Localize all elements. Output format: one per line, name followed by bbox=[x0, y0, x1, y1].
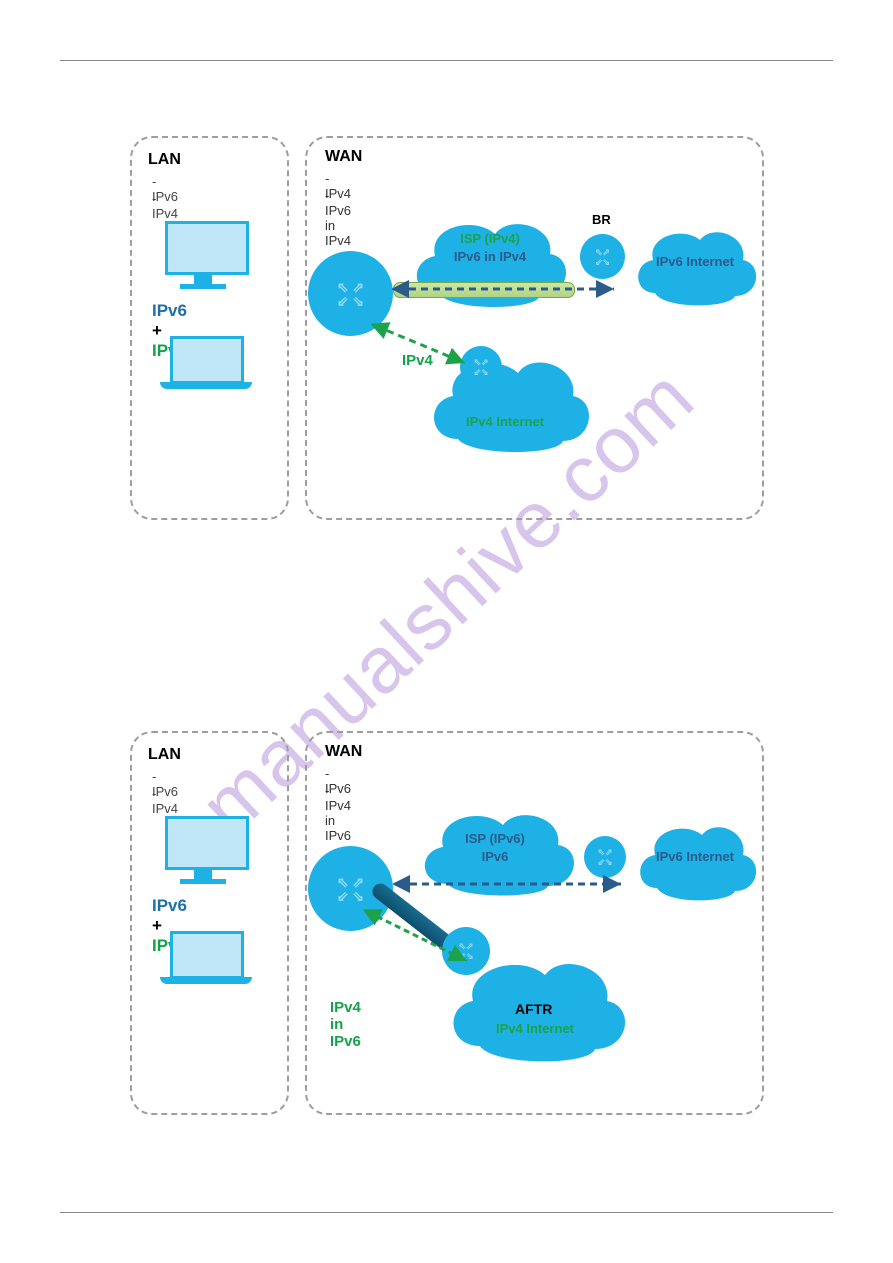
lan-ipv4-line: - IPv4 bbox=[152, 191, 178, 221]
laptop-icon-2 bbox=[170, 931, 244, 979]
ipv4-arrow-label: IPv4 bbox=[402, 352, 433, 369]
lan-title: LAN bbox=[148, 151, 181, 169]
ipv6-tunnel-arrow-icon bbox=[392, 274, 622, 304]
isp-label-top-2: ISP (IPv6) bbox=[435, 831, 555, 846]
ipv6-arrow-icon-2 bbox=[393, 869, 628, 899]
lan-ipv4-line-2: - IPv4 bbox=[152, 786, 178, 816]
combo-plus-2: + bbox=[152, 916, 162, 935]
desktop-base-icon-2 bbox=[180, 879, 226, 884]
ipv4-in-ipv6-arrow-icon bbox=[362, 906, 477, 976]
page-frame: manualshive.com LAN - IPv6 - IPv4 IPv6 +… bbox=[60, 60, 833, 1213]
wan-ipv4in6-line-2: -IPv4 in IPv6 bbox=[325, 783, 351, 843]
tunnel-label-2: IPv4 in IPv6 bbox=[330, 999, 361, 1050]
combo-ipv6: IPv6 bbox=[152, 301, 187, 320]
lan-title-2: LAN bbox=[148, 746, 181, 764]
ipv6-internet-label-2: IPv6 Internet bbox=[640, 849, 750, 864]
isp-label-top: ISP (IPv4) bbox=[430, 231, 550, 246]
wan-title: WAN bbox=[325, 148, 362, 166]
desktop-icon bbox=[165, 221, 249, 275]
isp-label-sub-2: IPv6 bbox=[435, 849, 555, 864]
desktop-stand-icon bbox=[194, 274, 212, 284]
wan-ipv6in4-line: -IPv6 in IPv4 bbox=[325, 188, 351, 248]
laptop-icon bbox=[170, 336, 244, 384]
laptop-base-icon-2 bbox=[160, 977, 252, 984]
laptop-base-icon bbox=[160, 382, 252, 389]
wan-title-2: WAN bbox=[325, 743, 362, 761]
desktop-stand-icon-2 bbox=[194, 869, 212, 879]
ipv4-path-arrow-icon bbox=[370, 318, 480, 378]
desktop-base-icon bbox=[180, 284, 226, 289]
br-label: BR bbox=[592, 212, 611, 227]
border-router-icon: ⇖⇗⇙⇘ bbox=[580, 234, 625, 279]
isp-label-sub: IPv6 in IPv4 bbox=[430, 249, 550, 264]
ipv6-internet-label: IPv6 Internet bbox=[640, 254, 750, 269]
desktop-icon-2 bbox=[165, 816, 249, 870]
combo-ipv6-2: IPv6 bbox=[152, 896, 187, 915]
ipv4-internet-label-2: IPv4 Internet bbox=[475, 1021, 595, 1036]
ipv4-internet-label: IPv4 Internet bbox=[445, 414, 565, 429]
aftr-label: AFTR bbox=[515, 1001, 552, 1017]
combo-plus: + bbox=[152, 321, 162, 340]
